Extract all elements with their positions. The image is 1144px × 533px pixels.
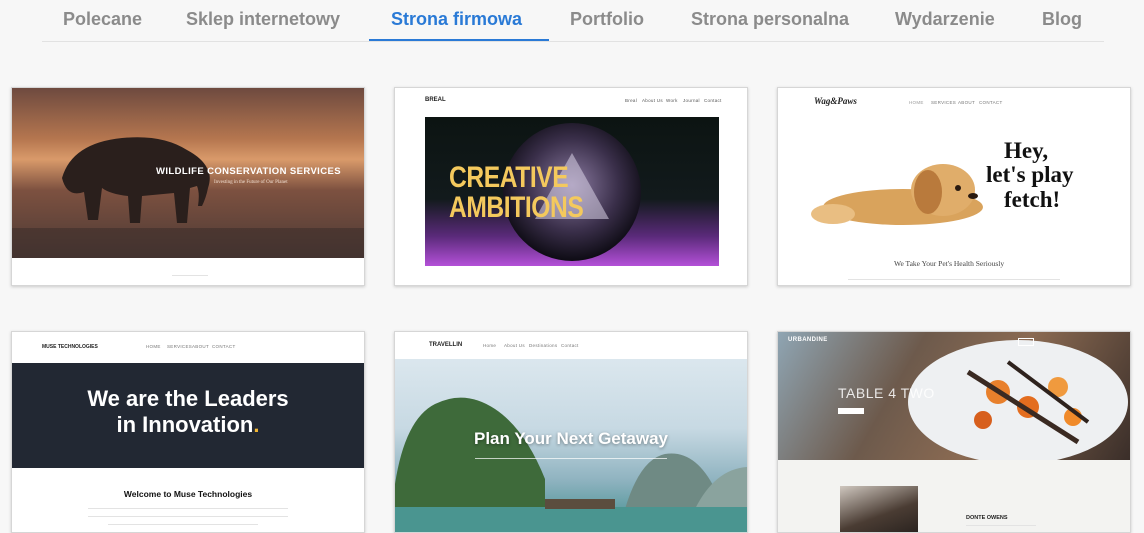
muse-hero: We are the Leaders in Innovation. <box>12 363 364 468</box>
wagpaws-headline-3: fetch! <box>1004 187 1061 212</box>
wagpaws-hero: Hey, let's play fetch! <box>778 114 1130 237</box>
wagpaws-nav-about: ABOUT <box>958 100 976 105</box>
footer-text <box>172 275 208 276</box>
urbandine-logo: URBANDINE <box>788 337 828 343</box>
muse-nav-about: ABOUT <box>192 344 210 349</box>
chef-name: DONTE OWENS <box>966 515 1008 521</box>
template-card-wildlife[interactable]: WILDLIFE CONSERVATION SERVICES Investing… <box>11 87 365 286</box>
chef-photo <box>840 486 918 532</box>
breal-logo: BREAL <box>425 97 446 103</box>
breal-headline-1: CREATIVE <box>449 161 569 194</box>
muse-nav-home: HOME <box>146 344 161 349</box>
muse-logo: MUSE TECHNOLOGIES <box>42 344 98 350</box>
template-card-wagpaws[interactable]: Wag&Paws HOME SERVICES ABOUT CONTACT Hey… <box>777 87 1131 286</box>
tab-polecane[interactable]: Polecane <box>63 9 142 30</box>
tab-blog[interactable]: Blog <box>1042 9 1082 30</box>
template-card-urbandine[interactable]: URBANDINE TABLE 4 TWO DONTE OWENS <box>777 331 1131 533</box>
tab-sklep-internetowy[interactable]: Sklep internetowy <box>186 9 340 30</box>
travellin-nav-contact: Contact <box>561 343 579 348</box>
breal-nav-work: Work <box>666 98 678 103</box>
tab-wydarzenie[interactable]: Wydarzenie <box>895 9 995 30</box>
muse-nav-services: SERVICES <box>167 344 193 349</box>
plated-food <box>908 340 1128 460</box>
template-card-muse[interactable]: MUSE TECHNOLOGIES HOME SERVICES ABOUT CO… <box>11 331 365 533</box>
body-text-line <box>88 508 288 509</box>
urbandine-hero-button[interactable] <box>838 408 864 414</box>
body-text-line <box>88 516 288 517</box>
wagpaws-nav-home: HOME <box>909 100 924 105</box>
wagpaws-headline-1: Hey, <box>1004 138 1049 163</box>
tab-portfolio[interactable]: Portfolio <box>570 9 644 30</box>
urbandine-hero-title: TABLE 4 TWO <box>838 385 935 401</box>
wildlife-title: WILDLIFE CONSERVATION SERVICES <box>156 166 341 177</box>
urbandine-hero-image: URBANDINE TABLE 4 TWO <box>778 332 1130 460</box>
travellin-nav-destinations: Destinations <box>529 343 558 348</box>
travellin-hero-image: Plan Your Next Getaway <box>395 359 747 532</box>
travellin-hero-title: Plan Your Next Getaway <box>474 429 668 448</box>
urbandine-nav-active <box>1018 338 1034 346</box>
travellin-nav-home: Home <box>483 343 497 348</box>
muse-welcome-heading: Welcome to Muse Technologies <box>123 489 253 499</box>
muse-hero-line-2-text: in Innovation <box>116 412 254 437</box>
wagpaws-nav-services: SERVICES <box>931 100 957 105</box>
travellin-logo: TRAVELLIN <box>429 342 463 348</box>
chef-bio-line <box>966 525 1036 526</box>
wagpaws-headline-2: let's play <box>986 162 1074 187</box>
template-card-breal[interactable]: BREAL Breal About Us Work Journal Contac… <box>394 87 748 286</box>
breal-nav-breal: Breal <box>625 98 638 103</box>
muse-hero-line-2: in Innovation. <box>12 412 364 438</box>
breal-nav-contact: Contact <box>704 98 722 103</box>
template-card-travellin[interactable]: TRAVELLIN Home About Us Destinations Con… <box>394 331 748 533</box>
active-tab-indicator <box>369 39 549 41</box>
puppy-image <box>811 164 983 225</box>
wagpaws-tagline: We Take Your Pet's Health Seriously <box>894 259 1005 268</box>
breal-nav-journal: Journal <box>683 98 700 103</box>
wagpaws-logo: Wag&Paws <box>814 96 857 106</box>
urbandine-section <box>778 460 1130 532</box>
wildlife-subtitle: Investing in the Future of Our Planet <box>214 180 288 185</box>
muse-hero-dot: . <box>253 412 260 437</box>
tab-strona-personalna[interactable]: Strona personalna <box>691 9 849 30</box>
tab-strona-firmowa[interactable]: Strona firmowa <box>391 9 522 30</box>
breal-nav-about: About Us <box>642 98 663 103</box>
body-text-line <box>108 524 258 525</box>
body-text <box>848 279 1060 280</box>
breal-hero-image: CREATIVE AMBITIONS <box>425 117 719 266</box>
breal-headline-2: AMBITIONS <box>449 191 584 224</box>
wagpaws-nav-contact: CONTACT <box>979 100 1003 105</box>
category-tabs: Polecane Sklep internetowy Strona firmow… <box>42 0 1104 42</box>
muse-hero-line-1: We are the Leaders <box>87 386 289 411</box>
hero-subtext <box>475 458 667 459</box>
muse-nav-contact: CONTACT <box>212 344 236 349</box>
wildlife-hero-image: WILDLIFE CONSERVATION SERVICES Investing… <box>12 88 364 258</box>
travellin-nav-about: About Us <box>504 343 525 348</box>
